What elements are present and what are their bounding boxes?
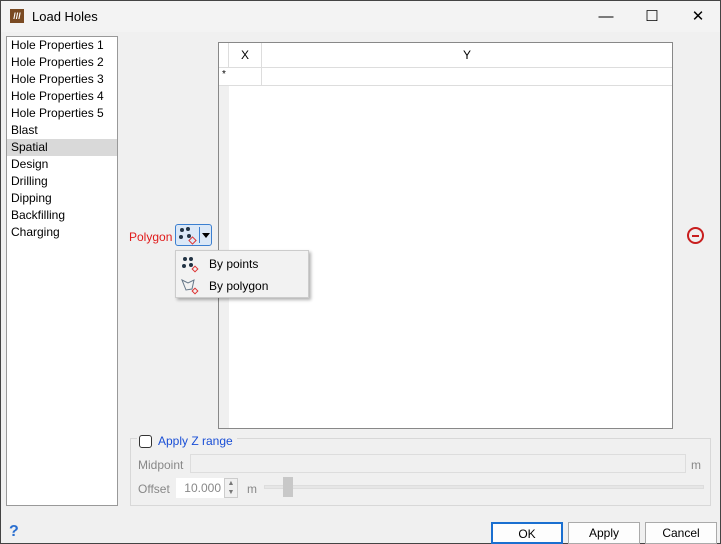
menu-item-label: By points xyxy=(209,257,259,271)
column-header-x[interactable]: X xyxy=(229,43,262,68)
category-list[interactable]: Hole Properties 1 Hole Properties 2 Hole… xyxy=(6,36,118,506)
points-icon xyxy=(182,257,199,273)
polygon-mode-menu: By points By polygon xyxy=(175,250,309,298)
apply-button[interactable]: Apply xyxy=(568,522,640,544)
sidebar-item[interactable]: Hole Properties 1 xyxy=(7,37,117,54)
polygon-label: Polygon xyxy=(129,230,173,244)
offset-slider-handle[interactable] xyxy=(283,477,293,497)
new-row-marker: * xyxy=(219,68,229,86)
offset-unit: m xyxy=(247,482,257,496)
sidebar-item[interactable]: Backfilling xyxy=(7,207,117,224)
offset-label: Offset xyxy=(138,482,170,496)
sidebar-item[interactable]: Hole Properties 5 xyxy=(7,105,117,122)
sidebar-item[interactable]: Blast xyxy=(7,122,117,139)
help-icon[interactable]: ? xyxy=(9,523,19,541)
window-title: Load Holes xyxy=(32,9,98,24)
midpoint-unit: m xyxy=(691,458,701,472)
apply-z-range-toggle[interactable]: Apply Z range xyxy=(137,433,237,449)
apply-z-range-checkbox[interactable] xyxy=(139,434,152,448)
maximize-button[interactable]: ☐ xyxy=(629,1,675,32)
sidebar-item[interactable]: Hole Properties 2 xyxy=(7,54,117,71)
menu-item-by-points[interactable]: By points xyxy=(176,253,308,275)
sidebar-item[interactable]: Drilling xyxy=(7,173,117,190)
sidebar-item[interactable]: Hole Properties 4 xyxy=(7,88,117,105)
midpoint-input[interactable] xyxy=(190,454,686,473)
sidebar-item[interactable]: Dipping xyxy=(7,190,117,207)
midpoint-label: Midpoint xyxy=(138,458,184,472)
coordinates-table[interactable]: X Y * xyxy=(218,42,673,429)
corner-header xyxy=(219,43,229,68)
offset-input[interactable]: 10.000 xyxy=(176,478,224,498)
offset-slider-track[interactable] xyxy=(264,485,704,489)
new-row-x-cell[interactable] xyxy=(229,68,262,86)
minimize-button[interactable]: — xyxy=(583,1,629,32)
sidebar-item[interactable]: Design xyxy=(7,156,117,173)
menu-item-label: By polygon xyxy=(209,279,269,293)
close-button[interactable]: ✕ xyxy=(675,1,721,32)
menu-item-by-polygon[interactable]: By polygon xyxy=(176,275,308,297)
points-icon xyxy=(179,227,197,245)
title-bar: /// Load Holes — ☐ ✕ xyxy=(1,1,720,32)
new-row-y-cell[interactable] xyxy=(262,68,672,86)
sidebar-item[interactable]: Hole Properties 3 xyxy=(7,71,117,88)
polygon-mode-dropdown[interactable] xyxy=(175,224,212,246)
apply-z-range-label: Apply Z range xyxy=(158,434,233,448)
offset-spinner[interactable]: ▲ ▼ xyxy=(224,478,238,498)
remove-icon[interactable] xyxy=(687,227,704,244)
cancel-button[interactable]: Cancel xyxy=(645,522,717,544)
sidebar-item-selected[interactable]: Spatial xyxy=(7,139,117,156)
column-header-y[interactable]: Y xyxy=(262,43,672,68)
app-logo-icon: /// xyxy=(10,9,24,23)
ok-button[interactable]: OK xyxy=(491,522,563,544)
chevron-down-icon xyxy=(202,233,210,242)
sidebar-item[interactable]: Charging xyxy=(7,224,117,241)
polygon-icon xyxy=(181,278,199,295)
